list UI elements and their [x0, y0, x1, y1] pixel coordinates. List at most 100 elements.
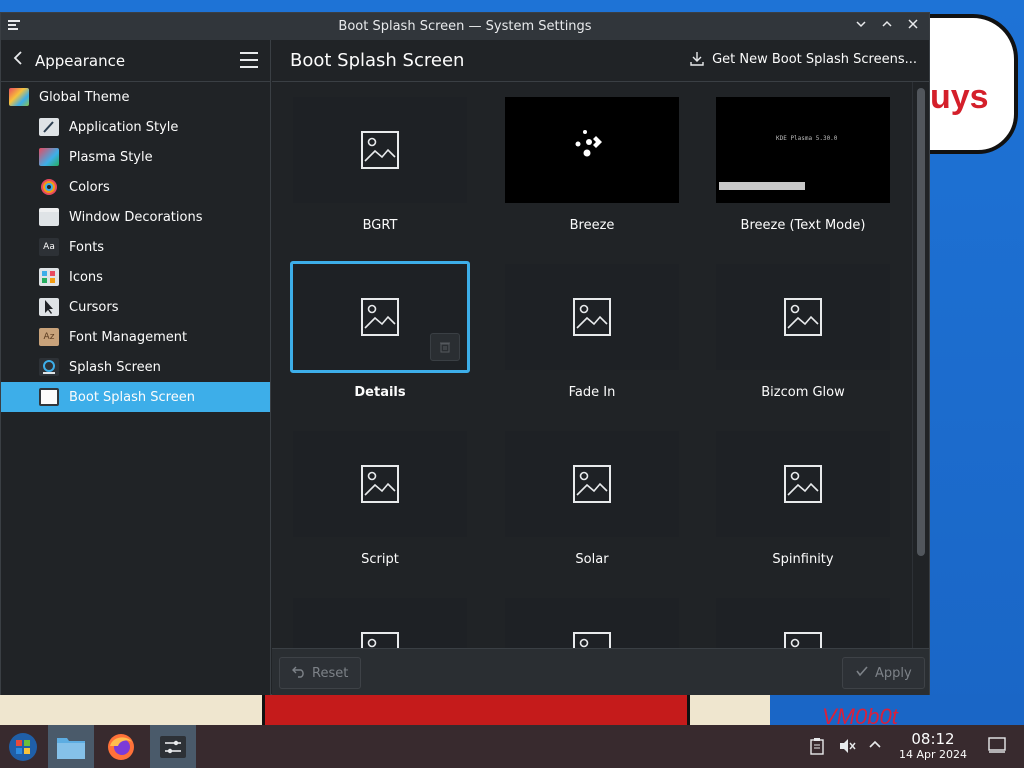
global-theme-icon — [9, 88, 29, 106]
sidebar-item-label: Global Theme — [39, 89, 130, 105]
trash-icon — [440, 342, 450, 353]
sidebar-item-fonts[interactable]: Aa Fonts — [1, 232, 270, 262]
wallpaper-red-box — [262, 694, 690, 725]
download-icon — [690, 52, 704, 66]
sidebar-item-label: Plasma Style — [69, 149, 153, 165]
theme-tile-partial[interactable] — [502, 595, 682, 648]
clipboard-icon[interactable] — [808, 737, 826, 755]
sidebar-item-label: Font Management — [69, 329, 188, 345]
window-title: Boot Splash Screen — System Settings — [338, 19, 592, 34]
sidebar-back-label[interactable]: Appearance — [35, 52, 125, 70]
image-placeholder-icon — [361, 465, 399, 503]
theme-label: Breeze — [569, 218, 615, 233]
plasma-style-icon — [39, 148, 59, 166]
theme-label: Bizcom Glow — [761, 385, 845, 400]
reset-button[interactable]: Reset — [279, 657, 362, 689]
start-menu-button[interactable] — [0, 725, 46, 768]
theme-preview — [293, 431, 467, 537]
volume-muted-icon[interactable] — [838, 737, 856, 755]
taskbar-file-manager[interactable] — [48, 725, 94, 768]
delete-button[interactable] — [430, 333, 460, 361]
cursors-icon — [39, 298, 59, 316]
show-desktop-icon[interactable] — [988, 737, 1006, 755]
theme-label: Breeze (Text Mode) — [740, 218, 866, 233]
vertical-scrollbar[interactable] — [912, 82, 929, 648]
theme-tile-breeze[interactable]: Breeze — [502, 94, 682, 244]
theme-preview — [505, 264, 679, 370]
page-title: Boot Splash Screen — [290, 50, 465, 71]
apply-button[interactable]: Apply — [842, 657, 925, 689]
sidebar-item-label: Splash Screen — [69, 359, 161, 375]
colors-icon — [39, 178, 59, 196]
close-button[interactable] — [903, 17, 923, 35]
theme-tile-script[interactable]: Script — [290, 428, 470, 578]
back-arrow-icon[interactable] — [11, 49, 29, 72]
sidebar-item-font-management[interactable]: Az Font Management — [1, 322, 270, 352]
minimize-button[interactable] — [851, 17, 871, 35]
folder-icon — [57, 737, 85, 759]
theme-preview — [293, 598, 467, 648]
image-placeholder-icon — [784, 465, 822, 503]
theme-tile-partial[interactable] — [713, 595, 893, 648]
theme-preview — [716, 431, 890, 537]
sidebar-item-window-decorations[interactable]: Window Decorations — [1, 202, 270, 232]
theme-preview — [716, 598, 890, 648]
sidebar-header: Appearance — [1, 40, 270, 82]
sidebar-item-cursors[interactable]: Cursors — [1, 292, 270, 322]
sidebar-item-icons[interactable]: Icons — [1, 262, 270, 292]
theme-tile-bizcom-glow[interactable]: Bizcom Glow — [713, 261, 893, 411]
theme-grid: BGRT Breeze KDE Plasma 5.30.0 Breeze (Te… — [272, 82, 912, 648]
start-orb-icon — [9, 732, 37, 761]
taskbar: 08:12 14 Apr 2024 — [0, 725, 1024, 768]
hamburger-menu-icon[interactable] — [240, 52, 258, 68]
sidebar-item-label: Icons — [69, 269, 103, 285]
image-placeholder-icon — [784, 298, 822, 336]
settings-sidebar: Appearance Global Theme Application Styl… — [1, 40, 271, 695]
theme-label: Details — [354, 385, 406, 400]
breeze-spinner-icon — [575, 130, 602, 157]
theme-tile-details[interactable]: Details — [290, 261, 470, 411]
scrollbar-thumb[interactable] — [917, 88, 925, 556]
apply-label: Apply — [875, 665, 912, 681]
main-header: Boot Splash Screen Get New Boot Splash S… — [272, 40, 929, 82]
taskbar-firefox[interactable] — [98, 725, 144, 768]
system-settings-window: Boot Splash Screen — System Settings App… — [0, 12, 930, 695]
image-placeholder-icon — [361, 131, 399, 169]
undo-icon — [292, 664, 306, 682]
version-text: KDE Plasma 5.30.0 — [776, 135, 838, 142]
sidebar-item-boot-splash-screen[interactable]: Boot Splash Screen — [1, 382, 270, 412]
theme-preview — [716, 264, 890, 370]
get-new-button[interactable]: Get New Boot Splash Screens... — [689, 51, 917, 67]
sidebar-item-plasma-style[interactable]: Plasma Style — [1, 142, 270, 172]
theme-label: Script — [361, 552, 399, 567]
sidebar-item-application-style[interactable]: Application Style — [1, 112, 270, 142]
sidebar-item-global-theme[interactable]: Global Theme — [1, 82, 270, 112]
tray-expand-icon[interactable] — [866, 737, 884, 755]
maximize-button[interactable] — [877, 17, 897, 35]
theme-tile-bgrt[interactable]: BGRT — [290, 94, 470, 244]
bubble-text: uys — [930, 78, 989, 116]
theme-tile-breeze-text-mode[interactable]: KDE Plasma 5.30.0 Breeze (Text Mode) — [713, 94, 893, 244]
checkmark-icon — [855, 664, 869, 682]
taskbar-system-settings[interactable] — [150, 725, 196, 768]
window-menu-icon[interactable] — [5, 17, 23, 35]
theme-tile-spinfinity[interactable]: Spinfinity — [713, 428, 893, 578]
clock[interactable]: 08:12 14 Apr 2024 — [896, 731, 970, 762]
theme-preview — [293, 97, 467, 203]
window-decorations-icon — [39, 208, 59, 226]
sidebar-item-label: Application Style — [69, 119, 179, 135]
sidebar-item-splash-screen[interactable]: Splash Screen — [1, 352, 270, 382]
font-management-icon: Az — [39, 328, 59, 346]
theme-tile-solar[interactable]: Solar — [502, 428, 682, 578]
progress-bar — [719, 182, 805, 190]
sidebar-item-colors[interactable]: Colors — [1, 172, 270, 202]
boot-splash-icon — [39, 388, 59, 406]
splash-screen-icon — [39, 358, 59, 376]
fonts-icon: Aa — [39, 238, 59, 256]
theme-tile-fade-in[interactable]: Fade In — [502, 261, 682, 411]
image-placeholder-icon — [361, 632, 399, 648]
window-titlebar[interactable]: Boot Splash Screen — System Settings — [1, 13, 929, 40]
theme-tile-partial[interactable] — [290, 595, 470, 648]
reset-label: Reset — [312, 665, 349, 681]
theme-label: Fade In — [568, 385, 616, 400]
